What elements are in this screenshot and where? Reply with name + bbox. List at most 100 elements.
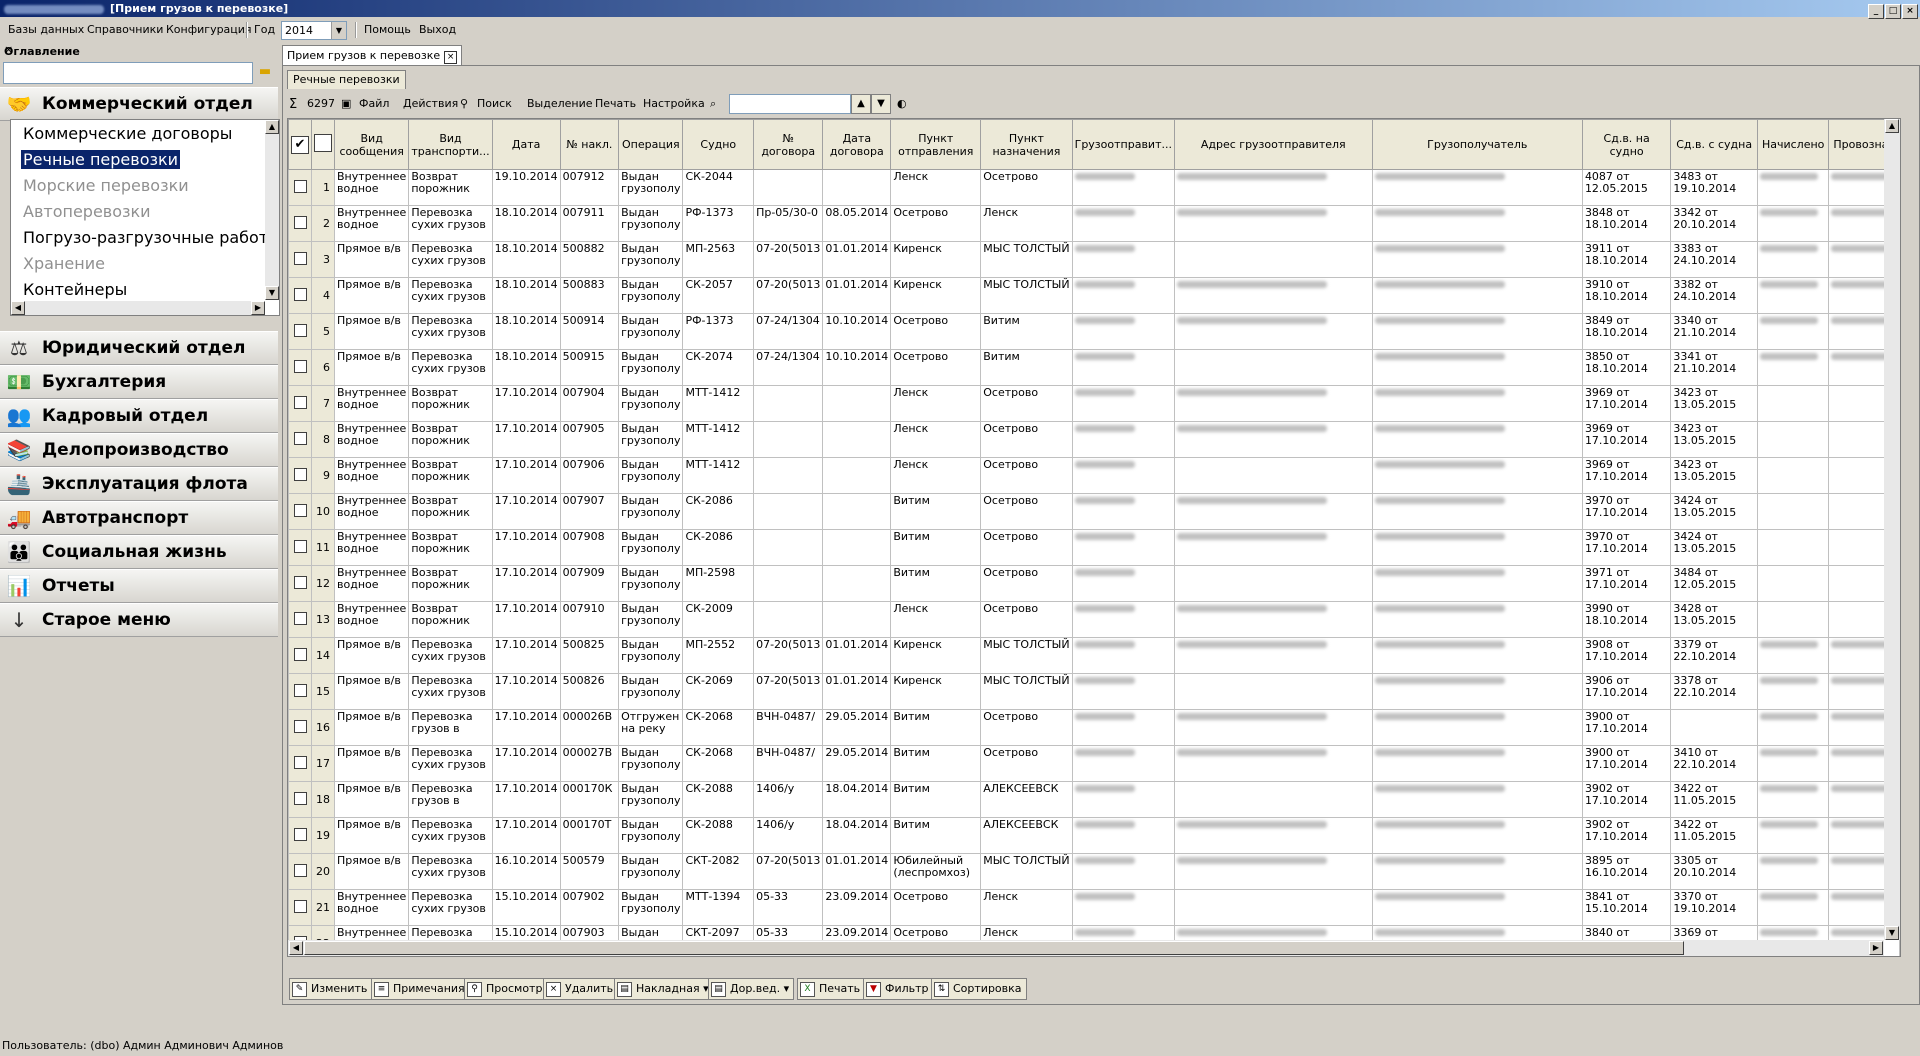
uncheck-all-header[interactable] (311, 119, 335, 170)
column-header[interactable]: Пункт назначения (980, 119, 1073, 170)
table-row[interactable]: 2 Внутреннее водное Перевозка сухих грузов… (288, 205, 1900, 242)
row-checkbox-cell[interactable] (288, 781, 312, 818)
row-checkbox-cell[interactable] (288, 457, 312, 494)
section-motor-transport[interactable]: 🚚 Автотранспорт (0, 501, 278, 535)
row-checkbox-cell[interactable] (288, 637, 312, 674)
table-row[interactable]: 6 Прямое в/в Перевозка сухих грузов 18.10.2… (288, 349, 1900, 386)
table-row[interactable]: 18 Прямое в/в Перевозка грузов в 17.10.2014… (288, 781, 1900, 818)
row-checkbox[interactable] (293, 575, 307, 589)
row-checkbox[interactable] (293, 683, 307, 697)
uncheck-all-icon[interactable] (314, 134, 332, 152)
row-checkbox[interactable] (293, 287, 307, 301)
section-social[interactable]: 👪 Социальная жизнь (0, 535, 278, 569)
menu-selection[interactable]: Выделение (527, 97, 593, 110)
column-header[interactable]: Вид сообщения (333, 119, 410, 170)
waybill-button[interactable]: ▤ Накладная ▾ (614, 978, 714, 1000)
section-records[interactable]: 📚 Делопроизводство (0, 433, 278, 467)
row-checkbox[interactable] (293, 503, 307, 517)
row-checkbox-cell[interactable] (288, 529, 312, 566)
row-checkbox-cell[interactable] (288, 709, 312, 746)
table-row[interactable]: 3 Прямое в/в Перевозка сухих грузов 18.10.2… (288, 241, 1900, 278)
row-checkbox[interactable] (293, 791, 307, 805)
column-header[interactable]: Судно (682, 119, 755, 170)
scroll-up-icon[interactable]: ▲ (1885, 119, 1899, 133)
row-checkbox[interactable] (293, 539, 307, 553)
select-all-header[interactable]: ✔ (288, 119, 312, 170)
column-header[interactable]: Сд.в. с судна (1670, 119, 1758, 170)
folder-icon[interactable]: ▬ (254, 62, 276, 82)
scrollbar-thumb[interactable] (304, 941, 1684, 955)
menu-references[interactable]: Справочники (87, 23, 163, 36)
table-row[interactable]: 8 Внутреннее водное Возврат порожник 17.10.… (288, 421, 1900, 458)
row-checkbox[interactable] (293, 611, 307, 625)
save-icon[interactable]: ▣ (341, 97, 351, 110)
tree-horizontal-scrollbar[interactable]: ◀ ▶ (11, 301, 265, 315)
section-commercial[interactable]: 🤝 Коммерческий отдел (0, 87, 278, 121)
menu-databases[interactable]: Базы данных (8, 23, 84, 36)
menu-actions[interactable]: Действия (403, 97, 458, 110)
row-checkbox[interactable] (293, 755, 307, 769)
row-checkbox-cell[interactable] (288, 277, 312, 314)
table-row[interactable]: 17 Прямое в/в Перевозка сухих грузов 17.10.… (288, 745, 1900, 782)
column-header[interactable]: № договора (753, 119, 824, 170)
column-header[interactable]: Дата (491, 119, 561, 170)
row-checkbox-cell[interactable] (288, 853, 312, 890)
table-row[interactable]: 10 Внутреннее водное Возврат порожник 17.10… (288, 493, 1900, 530)
column-header[interactable]: Грузоотправит... (1071, 119, 1175, 170)
row-checkbox[interactable] (293, 395, 307, 409)
filter-button[interactable]: ▼ Фильтр (863, 978, 934, 1000)
menu-file[interactable]: Файл (359, 97, 389, 110)
row-checkbox[interactable] (293, 359, 307, 373)
tree-item-containers[interactable]: Контейнеры (23, 280, 127, 299)
row-checkbox-cell[interactable] (288, 385, 312, 422)
sort-button[interactable]: ⇅ Сортировка (931, 978, 1027, 1000)
column-header[interactable]: Пункт отправления (890, 119, 982, 170)
table-row[interactable]: 5 Прямое в/в Перевозка сухих грузов 18.10.2… (288, 313, 1900, 350)
tree-vertical-scrollbar[interactable]: ▲ ▼ (265, 120, 279, 300)
menu-exit[interactable]: Выход (419, 23, 456, 36)
notes-button[interactable]: ≡ Примечания (371, 978, 470, 1000)
row-checkbox[interactable] (293, 719, 307, 733)
tree-item-storage[interactable]: Хранение (23, 254, 105, 273)
row-checkbox-cell[interactable] (288, 817, 312, 854)
close-window-button[interactable]: × (1902, 4, 1918, 19)
row-checkbox-cell[interactable] (288, 745, 312, 782)
section-hr[interactable]: 👥 Кадровый отдел (0, 399, 278, 433)
row-checkbox[interactable] (293, 179, 307, 193)
table-row[interactable]: 13 Внутреннее водное Возврат порожник 17.10… (288, 601, 1900, 638)
tab-river-transport[interactable]: Речные перевозки (287, 70, 406, 89)
row-checkbox-cell[interactable] (288, 601, 312, 638)
column-header[interactable]: Сд.в. на судно (1581, 119, 1672, 170)
table-row[interactable]: 15 Прямое в/в Перевозка сухих грузов 17.10.… (288, 673, 1900, 710)
section-reports[interactable]: 📊 Отчеты (0, 569, 278, 603)
row-checkbox-cell[interactable] (288, 169, 312, 206)
scroll-right-icon[interactable]: ▶ (1869, 941, 1883, 955)
scroll-down-icon[interactable]: ▼ (1885, 926, 1899, 940)
tree-item-commercial-contracts[interactable]: Коммерческие договоры (23, 124, 232, 143)
toggle-icon[interactable]: ◐ (897, 97, 907, 110)
menu-search[interactable]: Поиск (477, 97, 512, 110)
column-header[interactable]: Операция (618, 119, 684, 170)
row-checkbox[interactable] (293, 431, 307, 445)
row-checkbox[interactable] (293, 899, 307, 913)
table-row[interactable]: 7 Внутреннее водное Возврат порожник 17.10.… (288, 385, 1900, 422)
grid-horizontal-scrollbar[interactable]: ◀ ▶ (288, 940, 1884, 956)
year-select[interactable]: 2014 ▼ (281, 21, 347, 40)
row-checkbox[interactable] (293, 467, 307, 481)
column-header[interactable]: Вид транспорти... (408, 119, 493, 170)
view-button[interactable]: ⚲ Просмотр (464, 978, 548, 1000)
close-icon[interactable]: × (4, 43, 274, 56)
column-header[interactable]: Адрес грузоотправителя (1173, 119, 1373, 170)
section-old-menu[interactable]: ↓ Старое меню (0, 603, 278, 637)
table-row[interactable]: 4 Прямое в/в Перевозка сухих грузов 18.10.2… (288, 277, 1900, 314)
row-checkbox-cell[interactable] (288, 313, 312, 350)
section-legal[interactable]: ⚖ Юридический отдел (0, 331, 278, 365)
row-checkbox-cell[interactable] (288, 889, 312, 926)
close-tab-icon[interactable]: × (444, 51, 458, 64)
table-row[interactable]: 20 Прямое в/в Перевозка сухих грузов 16.10.… (288, 853, 1900, 890)
scroll-down-icon[interactable]: ▼ (265, 286, 279, 300)
column-header[interactable]: Начислено (1756, 119, 1830, 170)
row-checkbox[interactable] (293, 827, 307, 841)
tree-item-auto-transport[interactable]: Автоперевозки (23, 202, 151, 221)
menu-configuration[interactable]: Конфигурация (166, 23, 252, 36)
